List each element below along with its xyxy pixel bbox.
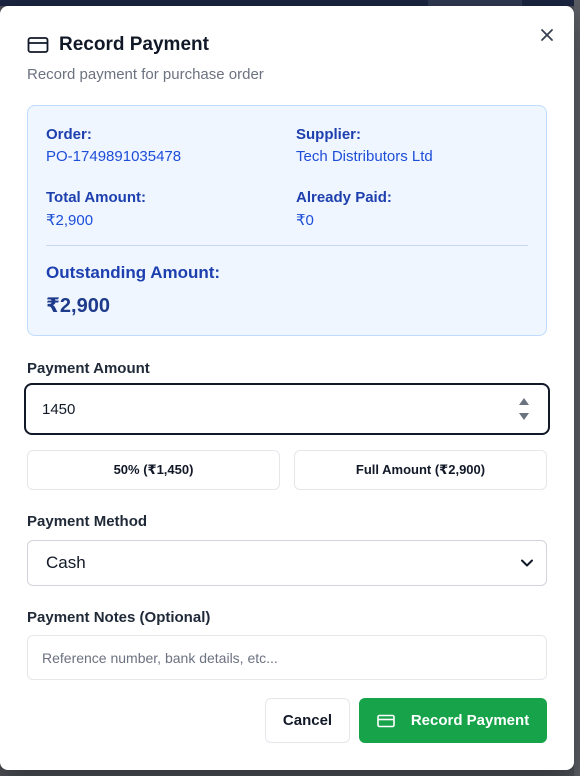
- payment-notes-label: Payment Notes (Optional): [27, 609, 211, 626]
- outstanding-info: Outstanding Amount: ₹2,900: [46, 263, 220, 318]
- order-number: PO-1749891035478: [46, 148, 182, 165]
- total-amount-info: Total Amount: ₹2,900: [46, 189, 146, 229]
- stepper-down-icon[interactable]: [518, 412, 530, 421]
- summary-divider: [46, 245, 528, 246]
- half-amount-button[interactable]: 50% (₹1,450): [27, 450, 280, 490]
- dialog-title: Record Payment: [59, 34, 209, 55]
- supplier-name: Tech Distributors Ltd: [296, 148, 433, 165]
- order-label: Order:: [46, 126, 92, 143]
- payment-amount-input[interactable]: 1450: [24, 383, 550, 435]
- order-info: Order: PO-1749891035478: [46, 126, 181, 165]
- payment-amount-label: Payment Amount: [27, 360, 150, 377]
- stepper-up-icon[interactable]: [518, 397, 530, 406]
- credit-card-icon: [377, 714, 395, 727]
- payment-amount-value: 1450: [42, 400, 76, 418]
- credit-card-icon: [27, 34, 49, 56]
- already-paid-label: Already Paid:: [296, 189, 392, 206]
- dialog-subtitle: Record payment for purchase order: [27, 66, 264, 83]
- already-paid-value: ₹0: [296, 212, 314, 229]
- close-icon: [541, 29, 553, 41]
- record-payment-label: Record Payment: [410, 712, 530, 729]
- outstanding-label: Outstanding Amount:: [46, 263, 221, 282]
- close-button[interactable]: [536, 24, 558, 46]
- already-paid-info: Already Paid: ₹0: [296, 189, 392, 229]
- outstanding-value: ₹2,900: [46, 295, 110, 317]
- payment-method-select[interactable]: Cash: [27, 540, 547, 586]
- dialog-header: Record Payment Record payment for purcha…: [27, 34, 264, 83]
- record-payment-dialog: Record Payment Record payment for purcha…: [0, 6, 574, 770]
- payment-method-label: Payment Method: [27, 513, 148, 530]
- cancel-button[interactable]: Cancel: [265, 698, 350, 743]
- number-stepper[interactable]: [518, 397, 530, 421]
- chevron-down-icon: [521, 559, 533, 567]
- total-amount-value: ₹2,900: [46, 212, 94, 229]
- record-payment-button[interactable]: Record Payment: [359, 698, 547, 743]
- supplier-info: Supplier: Tech Distributors Ltd: [296, 126, 433, 165]
- full-amount-button[interactable]: Full Amount (₹2,900): [294, 450, 547, 490]
- order-summary-card: Order: PO-1749891035478 Supplier: Tech D…: [27, 105, 547, 336]
- payment-notes-input[interactable]: [27, 635, 547, 680]
- supplier-label: Supplier:: [296, 126, 362, 143]
- total-amount-label: Total Amount:: [46, 189, 146, 206]
- backdrop-overlay: [574, 0, 580, 776]
- payment-method-value: Cash: [46, 553, 86, 572]
